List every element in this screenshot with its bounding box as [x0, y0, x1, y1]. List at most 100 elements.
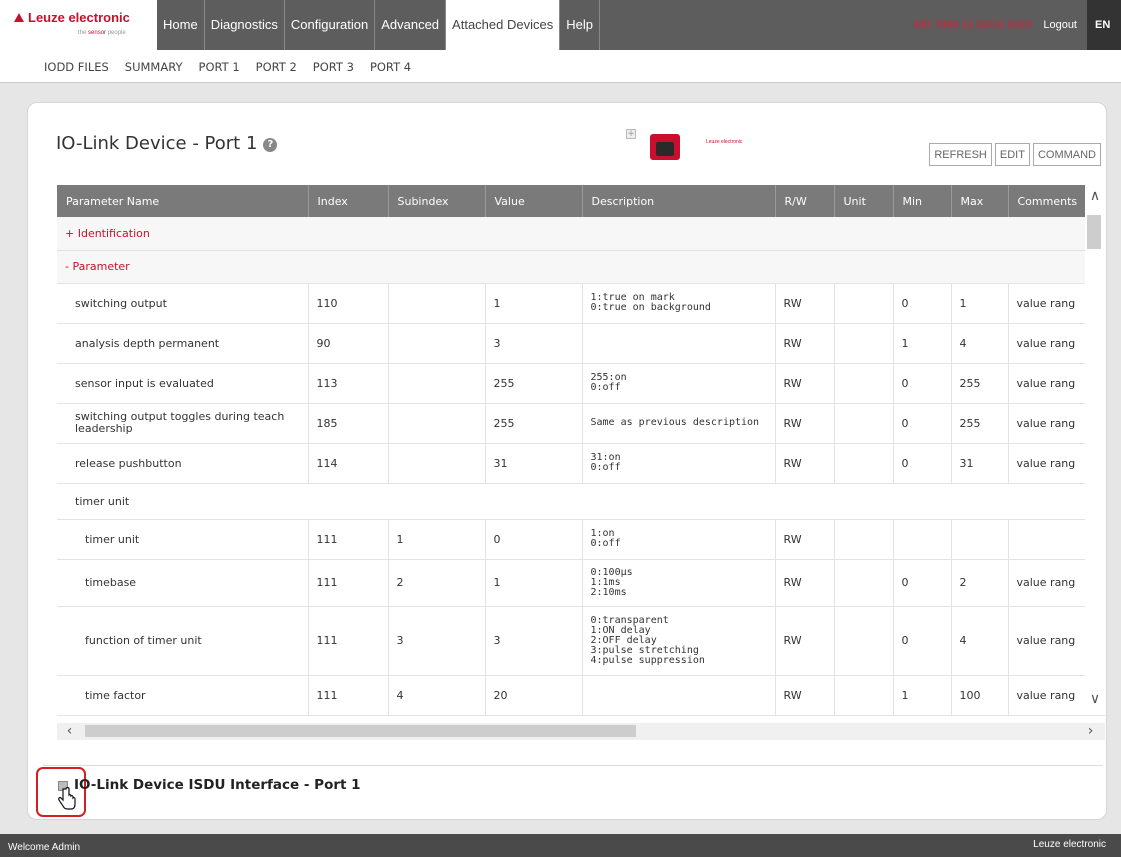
- cell-rw: RW: [775, 606, 835, 676]
- cell-rw: RW: [775, 403, 835, 444]
- cell-rw: RW: [775, 675, 835, 716]
- scroll-thumb[interactable]: [85, 725, 636, 737]
- refresh-button[interactable]: REFRESH: [929, 143, 992, 166]
- group-parameter[interactable]: - Parameter: [57, 250, 1105, 284]
- expand-image-icon[interactable]: +: [626, 129, 636, 139]
- cell-value[interactable]: 3: [485, 606, 583, 676]
- cell-subindex: [388, 363, 486, 404]
- cell-name: timebase: [57, 559, 309, 607]
- table-row[interactable]: analysis depth permanent 90 3 RW 1 4 value ran…: [57, 323, 1105, 364]
- cell-name: timer unit: [57, 519, 309, 560]
- cell-description: 31:on 0:off: [582, 443, 776, 484]
- table-row[interactable]: time factor 111 4 20 RW 1 100 value rang: [57, 675, 1105, 716]
- cell-description: 255:on 0:off: [582, 363, 776, 404]
- sensor-image: [650, 134, 680, 160]
- group-identification[interactable]: + Identification: [57, 217, 1105, 251]
- logo-tagline: the sensor people: [78, 30, 126, 36]
- cell-min: [893, 519, 952, 560]
- cell-value[interactable]: 0: [485, 519, 583, 560]
- cell-value[interactable]: 3: [485, 323, 583, 364]
- edit-button[interactable]: EDIT: [994, 143, 1030, 166]
- table-row[interactable]: switching output 110 1 1:true on mark 0:tru…: [57, 283, 1105, 324]
- cell-unit: [834, 675, 894, 716]
- column-header[interactable]: Unit: [834, 185, 894, 217]
- subnav-port-4[interactable]: PORT 4: [370, 60, 411, 74]
- cell-index: 114: [308, 443, 389, 484]
- column-header[interactable]: R/W: [775, 185, 835, 217]
- table-row[interactable]: timer unit 111 1 0 1:on 0:off RW: [57, 519, 1105, 560]
- column-header[interactable]: Index: [308, 185, 389, 217]
- chevron-down-icon[interactable]: ∨: [1088, 692, 1102, 706]
- cell-index: 185: [308, 403, 389, 444]
- cell-name: release pushbutton: [57, 443, 309, 484]
- cell-value[interactable]: 255: [485, 363, 583, 404]
- table-row[interactable]: sensor input is evaluated 113 255 255:on 0:…: [57, 363, 1105, 404]
- language-selector[interactable]: EN: [1087, 0, 1121, 50]
- group-timer-unit: timer unit: [57, 483, 1105, 520]
- vertical-scrollbar[interactable]: ∧ ∨: [1085, 185, 1105, 710]
- chevron-right-icon[interactable]: ›: [1082, 723, 1099, 740]
- cell-index: 110: [308, 283, 389, 324]
- cell-rw: RW: [775, 519, 835, 560]
- horizontal-scrollbar[interactable]: ‹ ›: [57, 723, 1105, 740]
- cell-unit: [834, 363, 894, 404]
- column-header[interactable]: Subindex: [388, 185, 486, 217]
- cell-unit: [834, 519, 894, 560]
- column-header[interactable]: Value: [485, 185, 583, 217]
- question-icon[interactable]: ?: [263, 138, 278, 152]
- table-row[interactable]: switching output toggles during teach le…: [57, 403, 1105, 444]
- subnav-summary[interactable]: SUMMARY: [125, 60, 183, 74]
- command-button[interactable]: COMMAND: [1032, 143, 1101, 166]
- table-row[interactable]: release pushbutton 114 31 31:on 0:off RW 0 31 v…: [57, 443, 1105, 484]
- scroll-thumb[interactable]: [1087, 215, 1101, 249]
- device-logo: Leuze electronic: [706, 139, 743, 145]
- subnav-port-2[interactable]: PORT 2: [256, 60, 297, 74]
- table-header-row: Parameter Name Index Subindex Value Desc…: [57, 185, 1105, 217]
- brand-logo[interactable]: Leuze electronic the sensor people: [0, 0, 157, 50]
- cell-value[interactable]: 31: [485, 443, 583, 484]
- column-header[interactable]: Max: [951, 185, 1009, 217]
- subnav-port-1[interactable]: PORT 1: [199, 60, 240, 74]
- logout-link[interactable]: Logout: [1043, 19, 1077, 31]
- cell-max: 4: [951, 606, 1009, 676]
- cell-value[interactable]: 1: [485, 283, 583, 324]
- top-bar: Leuze electronic the sensor people Home …: [0, 0, 1121, 50]
- cell-max: 100: [951, 675, 1009, 716]
- logo-text: Leuze electronic: [14, 10, 130, 25]
- welcome-text: Welcome Admin: [8, 842, 81, 853]
- column-header[interactable]: Parameter Name: [57, 185, 309, 217]
- device-image: + Leuze electronic: [626, 129, 786, 163]
- header-right: MD 7990 11 03/13 2023 Logout EN: [914, 0, 1121, 50]
- cell-description: [582, 323, 776, 364]
- cell-value[interactable]: 1: [485, 559, 583, 607]
- footer-brand: Leuze electronic: [1033, 839, 1106, 850]
- nav-tab-home[interactable]: Home: [157, 0, 205, 50]
- group-label[interactable]: + Identification: [57, 217, 1105, 251]
- subnav-port-3[interactable]: PORT 3: [313, 60, 354, 74]
- nav-tab-help[interactable]: Help: [560, 0, 600, 50]
- cell-subindex: [388, 443, 486, 484]
- column-header[interactable]: Min: [893, 185, 952, 217]
- cell-description: 1:true on mark 0:true on background: [582, 283, 776, 324]
- nav-tab-configuration[interactable]: Configuration: [285, 0, 376, 50]
- group-label[interactable]: - Parameter: [57, 250, 1105, 284]
- cell-min: 1: [893, 675, 952, 716]
- column-header[interactable]: Description: [582, 185, 776, 217]
- subnav-iodd-files[interactable]: IODD FILES: [44, 60, 109, 74]
- cell-subindex: 4: [388, 675, 486, 716]
- cell-value[interactable]: 255: [485, 403, 583, 444]
- isdu-section-title[interactable]: IO-Link Device ISDU Interface - Port 1: [74, 777, 361, 793]
- table-row[interactable]: function of timer unit 111 3 3 0:transparent…: [57, 606, 1105, 676]
- sub-nav: IODD FILES SUMMARY PORT 1 PORT 2 PORT 3 …: [0, 50, 1121, 83]
- main-nav: Home Diagnostics Configuration Advanced …: [157, 0, 600, 50]
- table-row[interactable]: timebase 111 2 1 0:100µs 1:1ms 2:10ms RW 0 2 val…: [57, 559, 1105, 607]
- nav-tab-advanced[interactable]: Advanced: [375, 0, 447, 50]
- nav-tab-diagnostics[interactable]: Diagnostics: [205, 0, 285, 50]
- cell-value[interactable]: 20: [485, 675, 583, 716]
- nav-tab-attached-devices[interactable]: Attached Devices: [446, 0, 561, 50]
- cell-index: 113: [308, 363, 389, 404]
- cell-min: 0: [893, 606, 952, 676]
- cell-subindex: 1: [388, 519, 486, 560]
- chevron-up-icon[interactable]: ∧: [1088, 189, 1102, 203]
- chevron-left-icon[interactable]: ‹: [61, 723, 78, 740]
